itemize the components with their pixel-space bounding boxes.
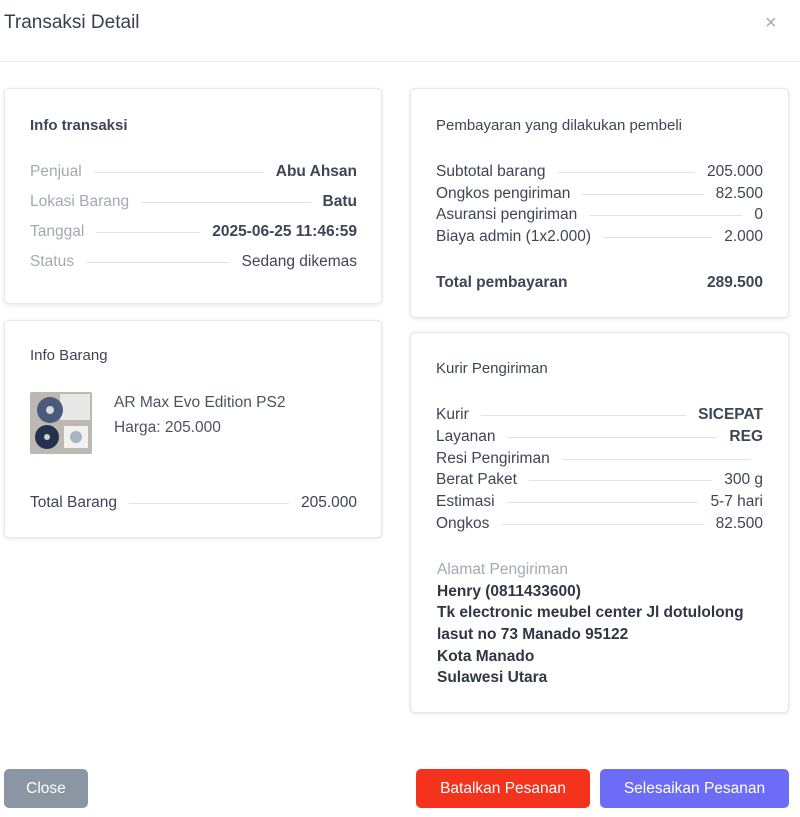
info-value: 2025-06-25 11:46:59 [212, 223, 357, 240]
kurir-value: 82.500 [715, 515, 763, 532]
close-button[interactable]: Close [4, 769, 88, 808]
info-label: Status [30, 253, 74, 270]
divider [507, 436, 718, 438]
divider [557, 171, 695, 173]
kurir-label: Resi Pengiriman [436, 450, 550, 467]
kurir-value: SICEPAT [698, 406, 763, 423]
kurir-label: Berat Paket [436, 471, 517, 488]
total-barang-label: Total Barang [30, 494, 118, 511]
address-line: Sulawesi Utara [437, 669, 548, 686]
kurir-value: 300 g [724, 471, 763, 488]
pay-row-admin: Biaya admin (1x2.000) 2.000 [436, 227, 763, 247]
divider [85, 261, 230, 263]
pay-label: Ongkos pengiriman [436, 185, 571, 202]
divider [501, 523, 704, 525]
divider [603, 236, 713, 238]
kurir-row-ongkos: Ongkos 82.500 [436, 514, 763, 534]
pay-row-subtotal: Subtotal barang 205.000 [436, 162, 763, 182]
info-row-penjual: Penjual Abu Ahsan [30, 162, 357, 182]
info-value: Sedang dikemas [241, 253, 357, 270]
divider [93, 171, 264, 173]
total-barang-value: 205.000 [300, 494, 357, 511]
info-value: Batu [322, 193, 357, 210]
pembayaran-title: Pembayaran yang dilakukan pembeli [436, 117, 682, 134]
item-price: Harga: 205.000 [114, 419, 221, 436]
pay-label: Asuransi pengiriman [436, 206, 578, 223]
kurir-value: 5-7 hari [710, 493, 763, 510]
address-line: Kota Manado [437, 648, 535, 665]
kurir-title: Kurir Pengiriman [436, 360, 548, 377]
pay-total-value: 289.500 [706, 274, 763, 291]
cancel-order-button[interactable]: Batalkan Pesanan [416, 769, 590, 808]
product-thumbnail [30, 392, 92, 454]
pay-label: Subtotal barang [436, 163, 546, 180]
info-row-tanggal: Tanggal 2025-06-25 11:46:59 [30, 222, 357, 242]
address-line: Tk electronic meubel center Jl dotulolon… [437, 604, 744, 621]
kurir-value: REG [729, 428, 763, 445]
address-line: Henry (0811433600) [437, 583, 581, 600]
kurir-row-berat: Berat Paket 300 g [436, 470, 763, 490]
kurir-card: Kurir Pengiriman Kurir SICEPAT Layanan R… [410, 332, 789, 713]
info-transaksi-title: Info transaksi [30, 117, 128, 134]
pay-label: Biaya admin (1x2.000) [436, 228, 592, 245]
pay-value: 82.500 [715, 185, 763, 202]
kurir-row-estimasi: Estimasi 5-7 hari [436, 492, 763, 512]
divider [561, 458, 751, 460]
info-label: Lokasi Barang [30, 193, 130, 210]
kurir-label: Kurir [436, 406, 469, 423]
pay-value: 2.000 [724, 228, 763, 245]
divider [529, 479, 713, 481]
pembayaran-card: Pembayaran yang dilakukan pembeli Subtot… [410, 88, 789, 318]
pay-value: 205.000 [706, 163, 763, 180]
info-row-lokasi: Lokasi Barang Batu [30, 192, 357, 212]
finish-order-button[interactable]: Selesaikan Pesanan [600, 769, 789, 808]
address-line: lasut no 73 Manado 95122 [437, 626, 629, 643]
item-name: AR Max Evo Edition PS2 [114, 394, 286, 411]
total-barang-row: Total Barang 205.000 [30, 493, 357, 513]
divider [96, 231, 201, 233]
kurir-row-kurir: Kurir SICEPAT [436, 405, 763, 425]
info-label: Tanggal [30, 223, 85, 240]
pay-value: 0 [754, 206, 763, 223]
divider [129, 502, 289, 504]
info-barang-title: Info Barang [30, 347, 108, 364]
kurir-row-layanan: Layanan REG [436, 427, 763, 447]
divider [582, 193, 704, 195]
divider [480, 414, 687, 416]
kurir-row-resi: Resi Pengiriman [436, 449, 763, 469]
modal-header: Transaksi Detail × [0, 0, 800, 62]
kurir-label: Layanan [436, 428, 496, 445]
address-label: Alamat Pengiriman [437, 561, 568, 578]
info-transaksi-card: Info transaksi Penjual Abu Ahsan Lokasi … [4, 88, 382, 304]
pay-total-label: Total pembayaran [436, 274, 568, 291]
info-value: Abu Ahsan [275, 163, 357, 180]
info-barang-card: Info Barang AR Max Evo Edition PS2 Harga… [4, 320, 382, 538]
close-icon[interactable]: × [765, 12, 777, 34]
info-label: Penjual [30, 163, 82, 180]
kurir-label: Ongkos [436, 515, 490, 532]
kurir-label: Estimasi [436, 493, 495, 510]
divider [589, 214, 743, 216]
info-row-status: Status Sedang dikemas [30, 252, 357, 272]
pay-total-row: Total pembayaran 289.500 [436, 273, 763, 293]
pay-row-ongkos: Ongkos pengiriman 82.500 [436, 184, 763, 204]
divider [141, 201, 311, 203]
product-photo-icon [30, 392, 92, 454]
modal-title: Transaksi Detail [4, 12, 140, 33]
pay-row-asuransi: Asuransi pengiriman 0 [436, 205, 763, 225]
divider [506, 501, 699, 503]
